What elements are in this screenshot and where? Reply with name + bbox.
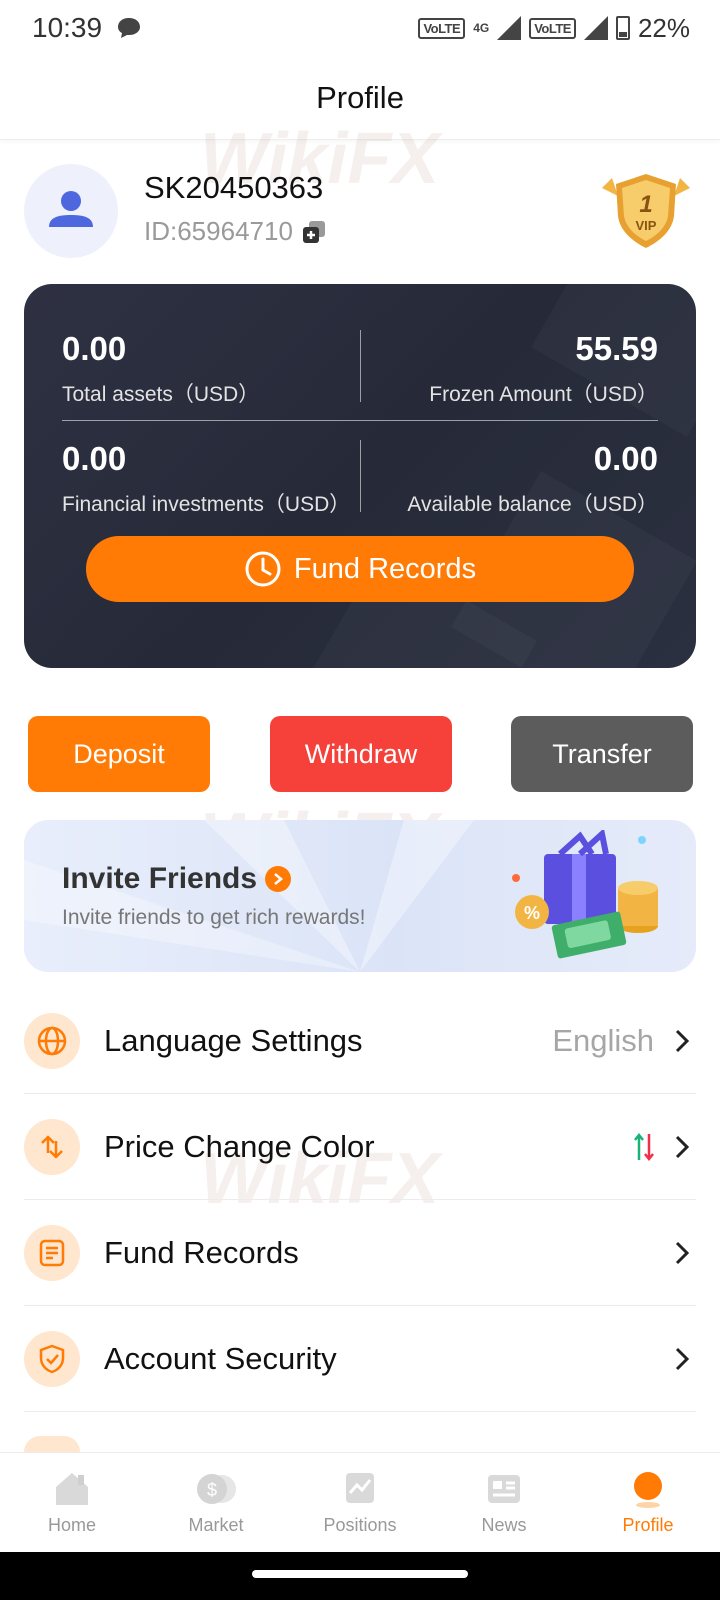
divider — [62, 420, 658, 421]
asset-card: 0.00 Total assets（USD） 55.59 Frozen Amou… — [24, 284, 696, 668]
battery-icon — [615, 16, 630, 40]
exchange-arrows-icon — [24, 1118, 80, 1175]
nav-home-label: Home — [47, 1515, 96, 1535]
copy-icon[interactable] — [301, 219, 327, 245]
settings-item-fund-records[interactable]: Fund Records — [24, 1200, 696, 1306]
settings-item-language[interactable]: Language Settings English — [24, 988, 696, 1094]
status-bar: 10:39 VoLTE 4G VoLTE 22% — [0, 0, 720, 56]
financial-investments: 0.00 Financial investments（USD） — [62, 440, 350, 518]
fund-records-button-label: Fund Records — [293, 552, 477, 585]
nav-home[interactable]: Home — [0, 1453, 144, 1552]
page-header: Profile — [0, 56, 720, 140]
invite-title-text: Invite Friends — [62, 862, 258, 895]
available-balance-value: 0.00 — [593, 440, 658, 477]
settings-item-partial[interactable] — [24, 1436, 80, 1452]
avatar[interactable] — [24, 164, 118, 258]
nav-profile[interactable]: Profile — [576, 1453, 720, 1552]
nav-news[interactable]: News — [432, 1453, 576, 1552]
settings-item-price-color[interactable]: Price Change Color — [24, 1094, 696, 1200]
total-assets: 0.00 Total assets（USD） — [62, 330, 259, 408]
total-assets-label: Total assets（USD） — [62, 383, 260, 406]
nav-positions[interactable]: Positions — [288, 1453, 432, 1552]
chevron-right-icon — [675, 1347, 690, 1370]
vip-label: VIP — [636, 218, 657, 233]
financial-investments-value: 0.00 — [62, 440, 127, 477]
svg-text:%: % — [524, 903, 540, 923]
status-time: 10:39 — [32, 12, 103, 43]
signal-icon-2 — [583, 16, 608, 40]
arrow-right-icon — [265, 866, 292, 892]
settings-item-label: Fund Records — [104, 1234, 299, 1270]
vip-level: 1 — [639, 191, 652, 218]
network-type: 4G — [473, 21, 490, 35]
settings-item-account-security[interactable]: Account Security — [24, 1306, 696, 1412]
invite-friends-banner[interactable]: Invite Friends Invite friends to get ric… — [24, 820, 696, 972]
home-icon — [56, 1473, 88, 1505]
transfer-button[interactable]: Transfer — [511, 716, 693, 792]
chevron-right-icon — [675, 1241, 690, 1264]
user-id: ID:65964710 — [144, 216, 293, 246]
vip-badge[interactable]: 1 VIP — [596, 170, 696, 250]
fund-records-button[interactable]: Fund Records — [86, 536, 634, 602]
nav-profile-label: Profile — [622, 1515, 674, 1535]
user-id-row: ID:65964710 — [144, 216, 327, 247]
settings-item-label: Price Change Color — [104, 1128, 375, 1164]
volte-icon: VoLTE — [418, 17, 466, 39]
total-assets-value: 0.00 — [62, 330, 127, 367]
invite-subtitle: Invite friends to get rich rewards! — [62, 906, 366, 929]
news-icon — [488, 1475, 520, 1503]
battery-percent: 22% — [637, 12, 690, 43]
available-balance-label: Available balance（USD） — [407, 493, 658, 516]
gift-illustration: % — [510, 828, 670, 964]
chat-notification-icon — [118, 18, 141, 38]
frozen-amount: 55.59 Frozen Amount（USD） — [429, 330, 658, 408]
invite-title: Invite Friends — [62, 862, 292, 896]
signal-icon — [497, 16, 522, 40]
chevron-right-icon — [675, 1135, 690, 1158]
financial-investments-label: Financial investments（USD） — [62, 493, 351, 516]
frozen-amount-value: 55.59 — [575, 330, 658, 367]
page-title: Profile — [316, 79, 404, 115]
up-down-color-icon — [634, 1132, 654, 1161]
settings-item-label: Language Settings — [104, 1022, 363, 1058]
bottom-navigation: Home $ Market Positions News Profile — [0, 1452, 720, 1552]
home-gesture-pill[interactable] — [252, 1570, 468, 1578]
coin-icon: $ — [197, 1474, 236, 1504]
nav-market-label: Market — [188, 1515, 244, 1535]
profile-icon — [634, 1472, 662, 1508]
shield-icon — [24, 1330, 80, 1387]
divider — [360, 440, 361, 512]
settings-item-label: Account Security — [104, 1340, 337, 1376]
chart-icon — [346, 1473, 374, 1503]
document-icon — [24, 1224, 80, 1281]
globe-icon — [24, 1012, 80, 1069]
nav-news-label: News — [481, 1515, 527, 1535]
clock-icon — [245, 551, 281, 587]
nav-positions-label: Positions — [323, 1515, 397, 1535]
nav-market[interactable]: $ Market — [144, 1453, 288, 1552]
volte-icon-2: VoLTE — [529, 17, 576, 39]
chevron-right-icon — [675, 1029, 690, 1052]
withdraw-button[interactable]: Withdraw — [270, 716, 452, 792]
username: SK20450363 — [144, 170, 324, 205]
frozen-amount-label: Frozen Amount（USD） — [429, 383, 658, 406]
language-value: English — [552, 1022, 654, 1058]
user-icon — [49, 191, 93, 227]
deposit-button[interactable]: Deposit — [28, 716, 210, 792]
available-balance: 0.00 Available balance（USD） — [407, 440, 658, 518]
user-info: SK20450363 ID:65964710 1 VIP — [24, 162, 696, 262]
divider — [360, 330, 361, 402]
svg-text:$: $ — [207, 1480, 217, 1500]
